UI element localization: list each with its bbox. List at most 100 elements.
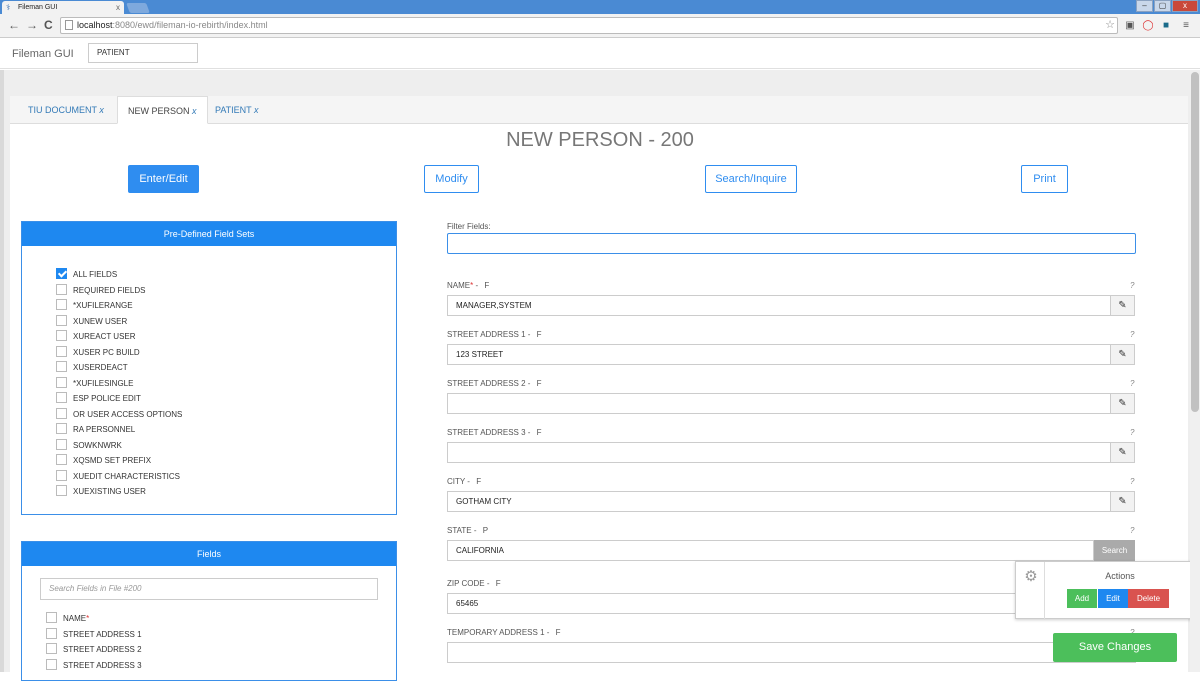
checkbox-icon[interactable] [56,283,67,295]
help-icon[interactable]: ? [1130,477,1134,486]
field-set-option[interactable]: XUNEW USER [56,314,127,329]
checkbox-icon[interactable] [56,407,67,419]
extension-icon[interactable]: ▣ [1124,19,1136,32]
field-input[interactable]: GOTHAM CITY [447,491,1111,512]
forward-icon[interactable]: → [26,19,38,31]
address-bar[interactable]: localhost:8080/ewd/fileman-io-rebirth/in… [60,17,1118,34]
tab-close-icon[interactable]: x [116,1,120,14]
field-set-option[interactable]: ESP POLICE EDIT [56,392,141,406]
field-set-option[interactable]: RA PERSONNEL [56,423,135,437]
tab-close-icon[interactable]: x [192,106,197,116]
gear-icon[interactable]: ⚙ [1020,566,1042,588]
checkbox-icon[interactable] [56,361,67,373]
pencil-icon[interactable]: ✎ [1111,344,1135,365]
tab-tiu-document[interactable]: TIU DOCUMENT x [18,96,114,124]
help-icon[interactable]: ? [1130,526,1134,535]
checkbox-icon[interactable] [56,376,67,388]
help-icon[interactable]: ? [1130,379,1134,388]
field-set-option[interactable]: XQSMD SET PREFIX [56,454,152,468]
pencil-icon[interactable]: ✎ [1111,442,1135,463]
checkbox-icon[interactable] [56,330,67,342]
field-input[interactable] [447,393,1111,414]
field-input[interactable]: CALIFORNIA [447,540,1094,561]
pencil-icon[interactable]: ✎ [1111,393,1135,414]
field-set-option[interactable]: XUSERDEACT [56,361,128,375]
tab-close-icon[interactable]: x [254,105,259,115]
save-changes-button[interactable]: Save Changes [1053,633,1177,662]
browser-tab[interactable]: ⚕ Fileman GUI x [2,1,124,14]
reload-icon[interactable]: C [44,19,53,31]
enter-edit-button[interactable]: Enter/Edit [128,165,199,193]
help-icon[interactable]: ? [1130,281,1134,290]
tab-patient[interactable]: PATIENT x [205,96,269,124]
field-option[interactable]: STREET ADDRESS 2 [46,643,142,657]
bookmark-star-icon[interactable]: ☆ [1105,18,1115,33]
field-name: NAME [447,281,471,290]
checkbox-icon[interactable] [56,345,67,357]
field-set-label: XQSMD SET PREFIX [73,456,152,465]
field-set-option[interactable]: *XUFILESINGLE [56,376,134,391]
field-input[interactable] [447,642,1136,663]
checkbox-checked-icon[interactable] [56,268,67,280]
window-close-button[interactable]: x [1172,0,1198,12]
field-set-option[interactable]: XUREACT USER [56,330,136,344]
field-set-option[interactable]: XUEXISTING USER [56,485,146,499]
field-option[interactable]: STREET ADDRESS 3 [46,658,142,673]
maximize-button[interactable]: ▢ [1154,0,1171,12]
page-title: NEW PERSON - 200 [506,129,694,151]
delete-button[interactable]: Delete [1128,589,1169,608]
search-inquire-button[interactable]: Search/Inquire [705,165,797,193]
field-set-option[interactable]: *XUFILERANGE [56,299,133,313]
checkbox-icon[interactable] [46,627,57,639]
checkbox-icon[interactable] [46,658,57,670]
scrollbar-thumb[interactable] [1191,72,1199,412]
back-icon[interactable]: ← [8,19,20,31]
field-option[interactable]: NAME* [46,612,89,626]
field-option[interactable]: STREET ADDRESS 1 [46,627,142,642]
pencil-icon[interactable]: ✎ [1111,295,1135,316]
field-search-input[interactable]: Search Fields in File #200 [40,578,378,600]
minimize-button[interactable]: – [1136,0,1153,12]
checkbox-icon[interactable] [46,612,57,624]
checkbox-icon[interactable] [56,469,67,481]
checkbox-icon[interactable] [56,485,67,497]
tab-new-person[interactable]: NEW PERSON x [117,96,208,124]
pencil-icon[interactable]: ✎ [1111,491,1135,512]
field-input[interactable] [447,442,1111,463]
field-set-option[interactable]: XUSER PC BUILD [56,345,140,360]
checkbox-icon[interactable] [56,314,67,326]
checkbox-icon[interactable] [56,438,67,450]
field-label: STREET ADDRESS 2 - F [447,379,542,388]
field-set-label: *XUFILESINGLE [73,378,134,388]
checkbox-icon[interactable] [56,392,67,404]
filter-input[interactable] [447,233,1136,254]
file-tabs: TIU DOCUMENT x NEW PERSON x PATIENT x [10,96,1188,124]
file-input[interactable]: PATIENT [88,43,198,63]
search-button[interactable]: Search [1094,540,1135,561]
help-icon[interactable]: ? [1130,330,1134,339]
page-icon [65,20,73,30]
opera-extension-icon[interactable]: ◯ [1142,19,1154,32]
field-set-option[interactable]: ALL FIELDS [56,268,117,282]
field-set-option[interactable]: SOWKNWRK [56,438,122,453]
field-input[interactable]: MANAGER,SYSTEM [447,295,1111,316]
add-button[interactable]: Add [1067,589,1097,608]
new-tab-button[interactable] [126,3,150,13]
field-type: F [484,281,490,290]
modify-button[interactable]: Modify [424,165,479,193]
tab-close-icon[interactable]: x [99,105,104,115]
checkbox-icon[interactable] [56,454,67,466]
checkbox-icon[interactable] [46,643,57,655]
checkbox-icon[interactable] [56,299,67,311]
menu-icon[interactable]: ≡ [1180,19,1192,32]
print-button[interactable]: Print [1021,165,1068,193]
checkbox-icon[interactable] [56,423,67,435]
edit-button[interactable]: Edit [1098,589,1128,608]
field-set-option[interactable]: REQUIRED FIELDS [56,283,145,298]
help-icon[interactable]: ? [1130,428,1134,437]
field-set-label: SOWKNWRK [73,440,122,450]
extension-icon[interactable]: ■ [1160,19,1172,32]
field-input[interactable]: 123 STREET [447,344,1111,365]
field-set-option[interactable]: XUEDIT CHARACTERISTICS [56,469,180,484]
field-set-option[interactable]: OR USER ACCESS OPTIONS [56,407,182,422]
